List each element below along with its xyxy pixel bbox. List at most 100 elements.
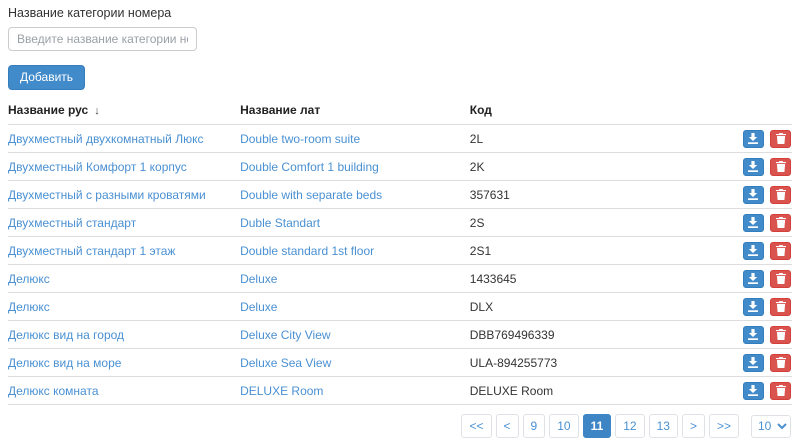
name-lat-cell: Deluxe Sea View xyxy=(240,349,470,377)
delete-row-button[interactable] xyxy=(770,382,791,400)
page-button-last[interactable]: >> xyxy=(709,414,739,438)
page-button-11[interactable]: 11 xyxy=(583,414,612,438)
header-name-rus-label: Название рус xyxy=(8,103,88,117)
name-lat-link[interactable]: Deluxe xyxy=(240,272,277,286)
category-name-input[interactable] xyxy=(8,27,197,51)
name-lat-cell: Deluxe xyxy=(240,265,470,293)
name-lat-link[interactable]: Double standard 1st floor xyxy=(240,244,374,258)
table-row: Делюкс вид на море Deluxe Sea View ULA-8… xyxy=(8,349,792,377)
name-lat-link[interactable]: Double with separate beds xyxy=(240,188,382,202)
header-name-rus[interactable]: Название рус ↓ xyxy=(8,97,240,125)
code-cell: 2S xyxy=(470,209,730,237)
delete-row-button[interactable] xyxy=(770,186,791,204)
header-name-lat-label: Название лат xyxy=(240,103,320,117)
delete-row-button[interactable] xyxy=(770,158,791,176)
code-cell: 2K xyxy=(470,153,730,181)
save-row-button[interactable] xyxy=(743,186,764,204)
header-name-lat: Название лат xyxy=(240,97,470,125)
header-code: Код xyxy=(470,97,730,125)
trash-icon xyxy=(776,133,786,144)
download-icon xyxy=(748,245,758,256)
name-lat-link[interactable]: Duble Standart xyxy=(240,216,320,230)
code-cell: 2L xyxy=(470,125,730,153)
delete-row-button[interactable] xyxy=(770,270,791,288)
download-icon xyxy=(748,161,758,172)
header-actions xyxy=(729,97,792,125)
name-lat-cell: DELUXE Room xyxy=(240,377,470,405)
name-rus-cell: Двухместный стандарт 1 этаж xyxy=(8,237,240,265)
save-row-button[interactable] xyxy=(743,158,764,176)
code-cell: DLX xyxy=(470,293,730,321)
row-actions-cell xyxy=(729,125,792,153)
save-row-button[interactable] xyxy=(743,130,764,148)
name-rus-link[interactable]: Двухместный стандарт 1 этаж xyxy=(8,244,175,258)
page-button-next[interactable]: > xyxy=(682,414,705,438)
delete-row-button[interactable] xyxy=(770,214,791,232)
download-icon xyxy=(748,189,758,200)
name-lat-link[interactable]: Double Comfort 1 building xyxy=(240,160,379,174)
name-rus-cell: Делюкс xyxy=(8,265,240,293)
save-row-button[interactable] xyxy=(743,326,764,344)
page-size-select[interactable]: 10 xyxy=(751,415,791,438)
name-lat-link[interactable]: DELUXE Room xyxy=(240,384,323,398)
categories-table: Название рус ↓ Название лат Код Двухместн… xyxy=(8,97,792,405)
delete-row-button[interactable] xyxy=(770,130,791,148)
name-rus-cell: Делюкс комната xyxy=(8,377,240,405)
download-icon xyxy=(748,273,758,284)
delete-row-button[interactable] xyxy=(770,242,791,260)
download-icon xyxy=(748,301,758,312)
name-lat-link[interactable]: Deluxe xyxy=(240,300,277,314)
name-lat-cell: Double Comfort 1 building xyxy=(240,153,470,181)
delete-row-button[interactable] xyxy=(770,326,791,344)
name-rus-link[interactable]: Двухместный двухкомнатный Люкс xyxy=(8,132,203,146)
page-button-10[interactable]: 10 xyxy=(549,414,578,438)
sort-desc-icon: ↓ xyxy=(94,105,100,117)
name-rus-link[interactable]: Делюкс вид на город xyxy=(8,328,124,342)
delete-row-button[interactable] xyxy=(770,354,791,372)
table-row: Делюкс комната DELUXE Room DELUXE Room xyxy=(8,377,792,405)
page-button-12[interactable]: 12 xyxy=(615,414,644,438)
save-row-button[interactable] xyxy=(743,214,764,232)
room-categories-page: Название категории номера Добавить Назва… xyxy=(0,0,800,438)
name-lat-link[interactable]: Double two-room suite xyxy=(240,132,360,146)
trash-icon xyxy=(776,161,786,172)
save-row-button[interactable] xyxy=(743,382,764,400)
download-icon xyxy=(748,217,758,228)
table-row: Делюкс Deluxe 1433645 xyxy=(8,265,792,293)
table-header-row: Название рус ↓ Название лат Код xyxy=(8,97,792,125)
add-button[interactable]: Добавить xyxy=(8,65,85,90)
save-row-button[interactable] xyxy=(743,354,764,372)
table-row: Двухместный с разными кроватями Double w… xyxy=(8,181,792,209)
name-rus-link[interactable]: Двухместный с разными кроватями xyxy=(8,188,206,202)
name-rus-link[interactable]: Двухместный стандарт xyxy=(8,216,136,230)
name-rus-cell: Двухместный стандарт xyxy=(8,209,240,237)
trash-icon xyxy=(776,273,786,284)
name-rus-link[interactable]: Делюкс xyxy=(8,272,50,286)
name-lat-link[interactable]: Deluxe City View xyxy=(240,328,330,342)
name-lat-cell: Double two-room suite xyxy=(240,125,470,153)
name-rus-cell: Делюкс вид на море xyxy=(8,349,240,377)
table-row: Двухместный двухкомнатный Люкс Double tw… xyxy=(8,125,792,153)
row-actions-cell xyxy=(729,293,792,321)
save-row-button[interactable] xyxy=(743,270,764,288)
name-rus-link[interactable]: Двухместный Комфорт 1 корпус xyxy=(8,160,187,174)
page-button-first[interactable]: << xyxy=(461,414,491,438)
page-button-13[interactable]: 13 xyxy=(649,414,678,438)
name-lat-link[interactable]: Deluxe Sea View xyxy=(240,356,331,370)
table-row: Двухместный стандарт 1 этаж Double stand… xyxy=(8,237,792,265)
page-button-9[interactable]: 9 xyxy=(523,414,546,438)
save-row-button[interactable] xyxy=(743,242,764,260)
name-lat-cell: Deluxe City View xyxy=(240,321,470,349)
name-rus-link[interactable]: Делюкс комната xyxy=(8,384,99,398)
name-rus-cell: Двухместный двухкомнатный Люкс xyxy=(8,125,240,153)
name-rus-link[interactable]: Делюкс вид на море xyxy=(8,356,121,370)
code-cell: DELUXE Room xyxy=(470,377,730,405)
table-row: Делюкс вид на город Deluxe City View DBB… xyxy=(8,321,792,349)
page-button-prev[interactable]: < xyxy=(496,414,519,438)
code-cell: 357631 xyxy=(470,181,730,209)
pagination-pages: <<<910111213>>> xyxy=(457,414,739,438)
save-row-button[interactable] xyxy=(743,298,764,316)
trash-icon xyxy=(776,217,786,228)
name-rus-link[interactable]: Делюкс xyxy=(8,300,50,314)
delete-row-button[interactable] xyxy=(770,298,791,316)
